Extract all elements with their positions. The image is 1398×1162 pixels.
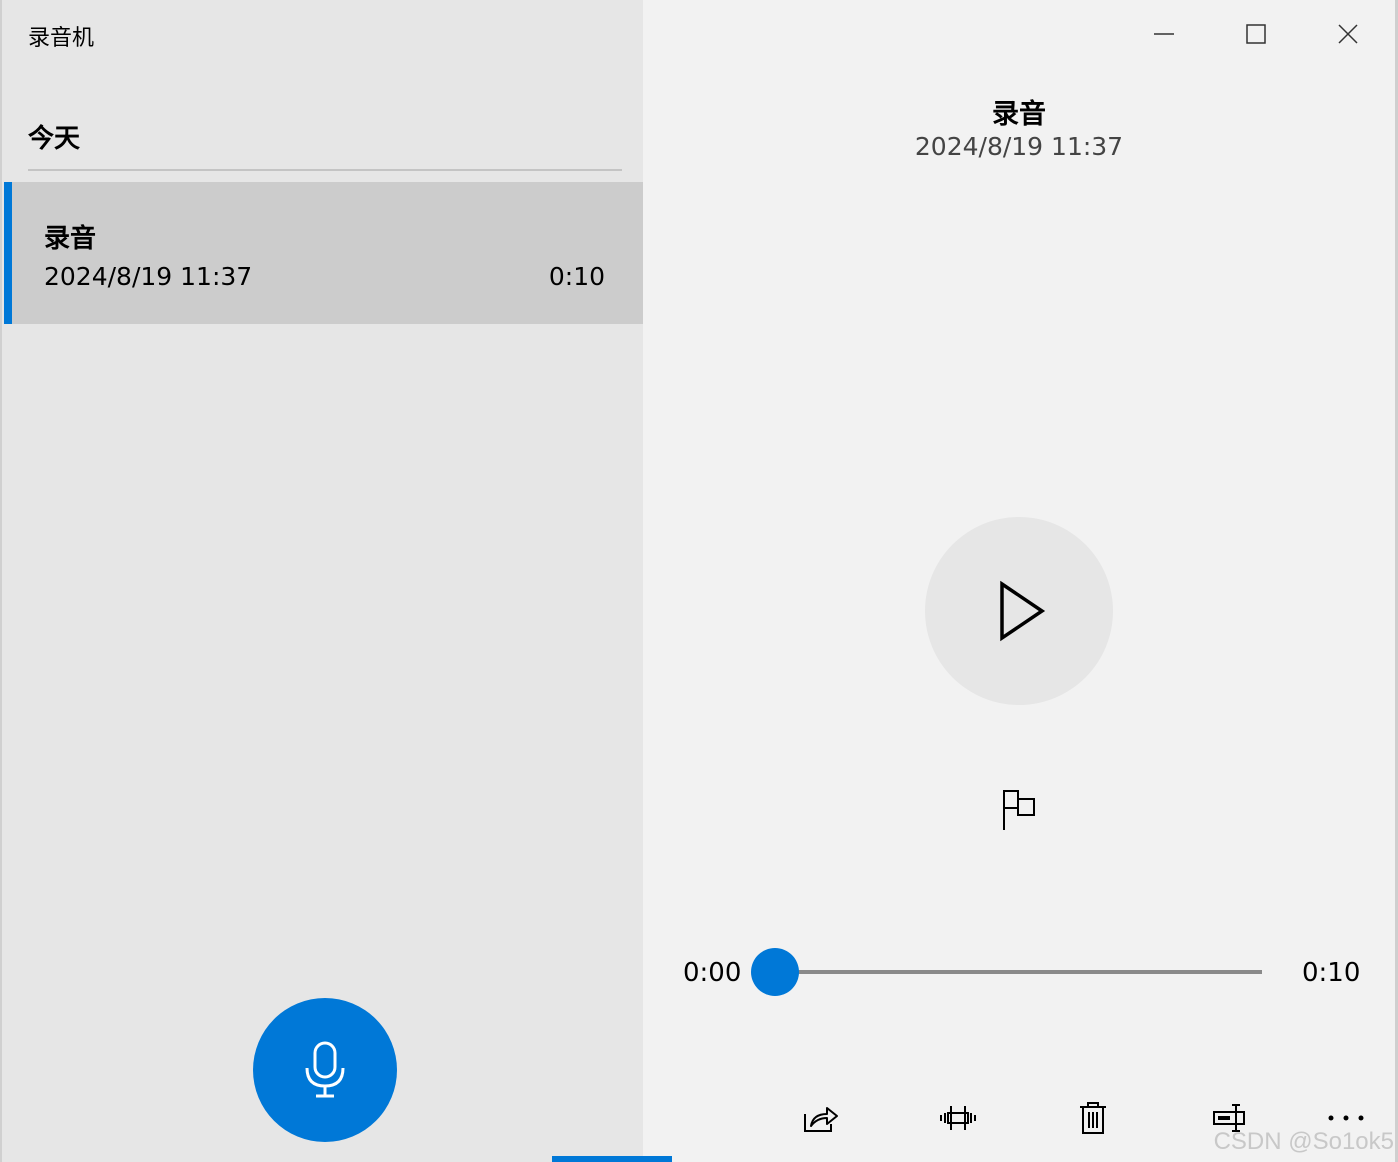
playback-slider-track[interactable] [775, 970, 1262, 974]
close-icon [1338, 24, 1358, 44]
detail-date: 2024/8/19 11:37 [914, 132, 1124, 161]
recording-list-item[interactable]: 录音 2024/8/19 11:37 0:10 [4, 182, 645, 324]
playback-slider-thumb[interactable] [751, 948, 799, 996]
recording-date: 2024/8/19 11:37 [44, 262, 253, 291]
play-icon [1000, 580, 1046, 642]
trim-icon [940, 1106, 976, 1130]
group-header-today: 今天 [28, 124, 81, 154]
minimize-button[interactable] [1141, 14, 1187, 54]
selection-indicator [4, 182, 12, 324]
minimize-icon [1154, 33, 1174, 35]
detail-title: 录音 [992, 99, 1046, 130]
microphone-icon [305, 1041, 345, 1098]
current-time: 0:00 [683, 958, 742, 988]
play-button[interactable] [925, 517, 1113, 705]
taskbar-indicator [552, 1156, 672, 1162]
recordings-list-pane: 录音机 今天 录音 2024/8/19 11:37 0:10 [0, 0, 645, 1162]
share-button[interactable] [797, 1094, 845, 1142]
share-icon [804, 1107, 838, 1132]
recording-title: 录音 [44, 224, 97, 254]
record-button[interactable] [253, 998, 397, 1142]
app-title: 录音机 [28, 26, 95, 51]
maximize-button[interactable] [1233, 14, 1279, 54]
trim-button[interactable] [934, 1094, 982, 1142]
flag-icon [1003, 790, 1035, 830]
maximize-icon [1246, 24, 1266, 44]
watermark: CSDN @So1ok5 [1213, 1128, 1394, 1155]
playback-pane: 录音 2024/8/19 11:37 0:00 0:10 [643, 0, 1398, 1162]
group-divider [28, 169, 622, 171]
add-marker-button[interactable] [995, 784, 1043, 836]
total-time: 0:10 [1302, 958, 1361, 988]
delete-icon [1080, 1102, 1106, 1134]
recording-duration: 0:10 [548, 262, 605, 291]
close-button[interactable] [1325, 14, 1371, 54]
delete-button[interactable] [1069, 1094, 1117, 1142]
more-icon [1328, 1115, 1364, 1121]
